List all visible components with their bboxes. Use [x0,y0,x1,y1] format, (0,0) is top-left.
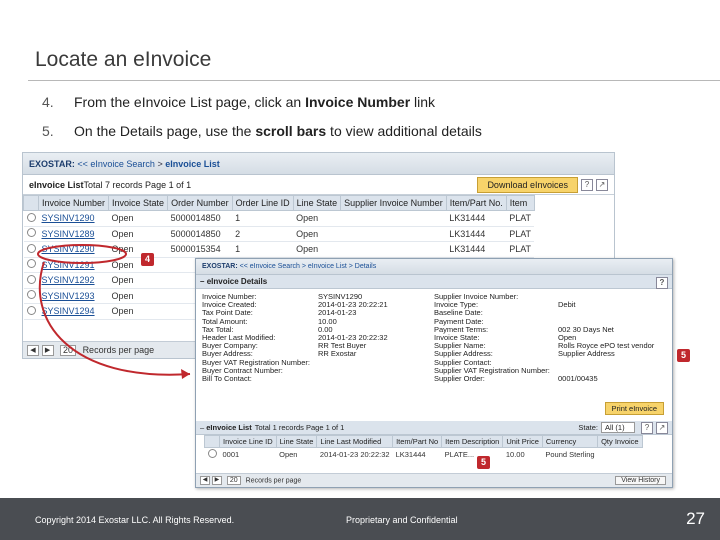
copyright-text: Copyright 2014 Exostar LLC. All Rights R… [35,515,235,525]
callout-5-vertical: 5 [677,349,690,362]
callout-4: 4 [141,253,154,266]
confidential-text: Proprietary and Confidential [346,515,458,525]
slide-footer: Copyright 2014 Exostar LLC. All Rights R… [0,498,720,540]
callout-5-horizontal: 5 [477,456,490,469]
callout-arrow [37,244,191,379]
page-number: 27 [686,509,705,528]
